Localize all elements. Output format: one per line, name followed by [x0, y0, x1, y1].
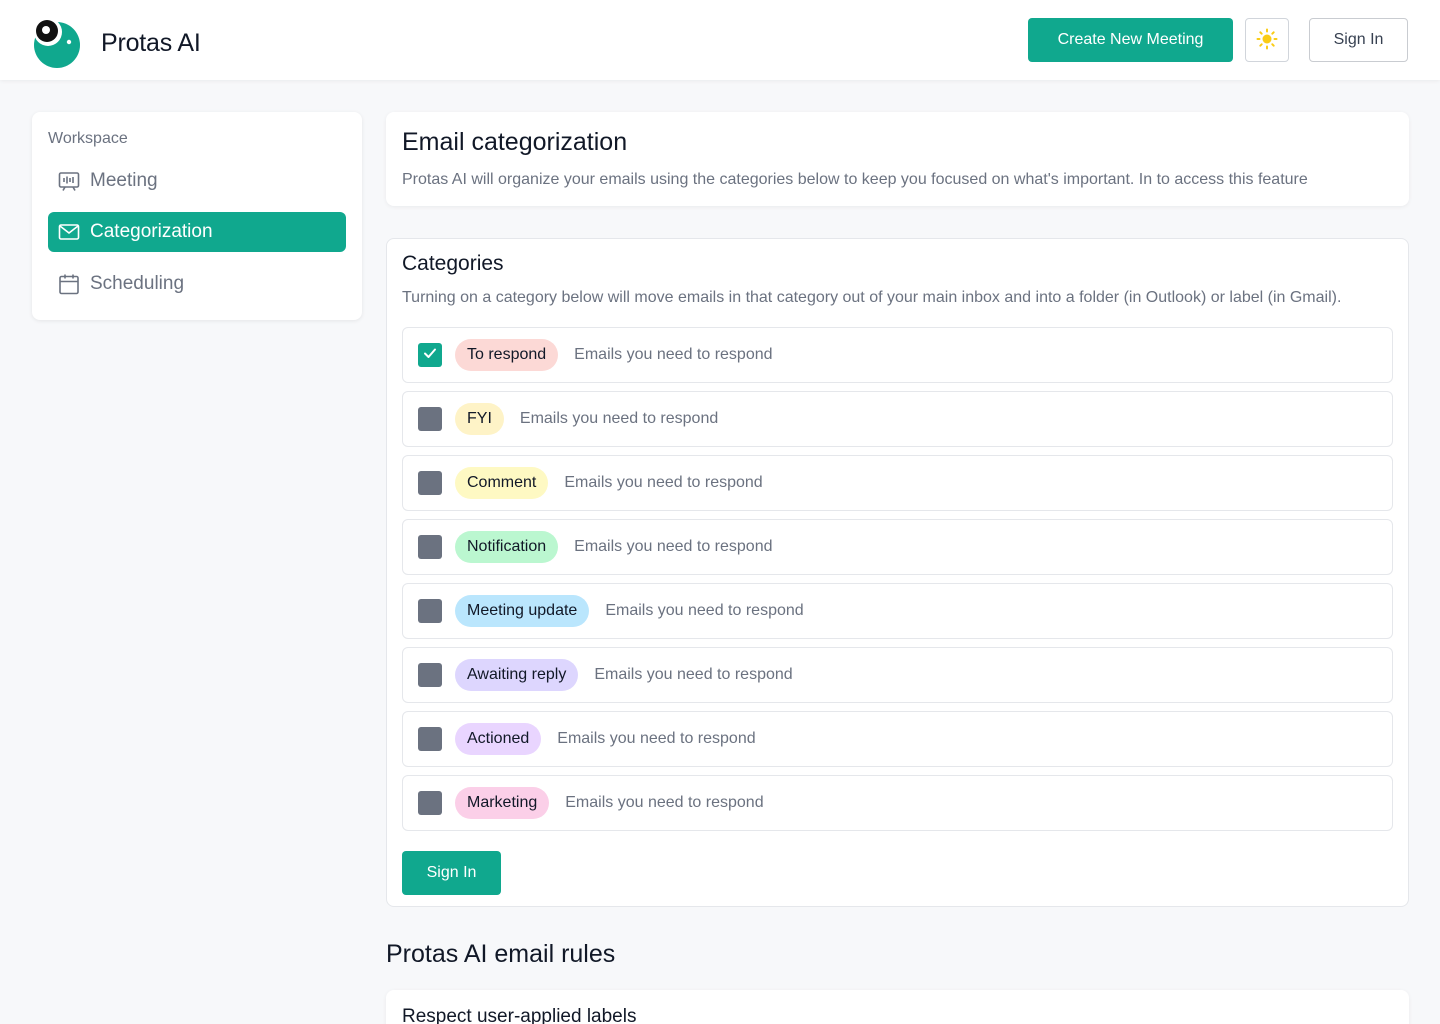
category-description: Emails you need to respond	[574, 538, 773, 555]
email-rule-card: Respect user-applied labels	[386, 990, 1409, 1024]
theme-toggle-button[interactable]	[1245, 18, 1289, 62]
page-description: Protas AI will organize your emails usin…	[402, 171, 1308, 188]
page-title: Email categorization	[402, 128, 628, 156]
sign-in-button[interactable]: Sign In	[402, 851, 501, 895]
category-tag: Meeting update	[455, 595, 590, 627]
mail-icon	[58, 221, 80, 243]
category-description: Emails you need to respond	[519, 410, 719, 427]
category-row-comment: Comment Emails you need to respond	[402, 455, 1393, 511]
category-row-notification: Notification Emails you need to respond	[402, 519, 1393, 575]
category-description: Emails you need to respond	[564, 474, 763, 491]
categories-description: Turning on a category below will move em…	[402, 289, 1342, 306]
category-checkbox[interactable]	[418, 791, 442, 815]
categories-card: Categories Turning on a category below w…	[386, 238, 1409, 907]
category-description: Emails you need to respond	[565, 794, 764, 811]
category-row-actioned: Actioned Emails you need to respond	[402, 711, 1393, 767]
brand-name: Protas AI	[101, 29, 201, 57]
category-row-to-respond: To respond Emails you need to respond	[402, 327, 1393, 383]
category-checkbox[interactable]	[418, 343, 442, 367]
email-rules-title: Protas AI email rules	[386, 940, 616, 968]
sign-in-button-header[interactable]: Sign In	[1309, 18, 1408, 62]
category-tag: Comment	[455, 467, 549, 499]
check-icon	[422, 345, 438, 366]
meeting-icon	[58, 170, 80, 192]
categories-title: Categories	[402, 252, 504, 275]
category-description: Emails you need to respond	[557, 730, 756, 747]
sidebar: Workspace Meeting Categorization Schedul…	[32, 112, 362, 320]
category-tag: FYI	[455, 403, 504, 435]
category-checkbox[interactable]	[418, 663, 442, 687]
category-checkbox[interactable]	[418, 535, 442, 559]
category-row-marketing: Marketing Emails you need to respond	[402, 775, 1393, 831]
category-tag: Notification	[455, 531, 559, 563]
create-new-meeting-button[interactable]: Create New Meeting	[1028, 18, 1233, 62]
category-row-meeting-update: Meeting update Emails you need to respon…	[402, 583, 1393, 639]
category-description: Emails you need to respond	[594, 666, 793, 683]
sidebar-item-categorization[interactable]: Categorization	[48, 212, 346, 252]
category-row-awaiting-reply: Awaiting reply Emails you need to respon…	[402, 647, 1393, 703]
sidebar-item-label: Meeting	[90, 170, 158, 191]
category-checkbox[interactable]	[418, 407, 442, 431]
category-description: Emails you need to respond	[605, 602, 804, 619]
category-tag: To respond	[455, 339, 559, 371]
calendar-icon	[58, 273, 80, 295]
category-tag: Marketing	[455, 787, 550, 819]
category-checkbox[interactable]	[418, 471, 442, 495]
protas-logo-icon[interactable]	[31, 18, 83, 70]
top-bar: Protas AI Create New Meeting Sign In	[0, 0, 1440, 80]
sidebar-item-scheduling[interactable]: Scheduling	[48, 264, 346, 304]
category-row-fyi: FYI Emails you need to respond	[402, 391, 1393, 447]
category-description: Emails you need to respond	[574, 346, 773, 363]
category-checkbox[interactable]	[418, 727, 442, 751]
sidebar-heading: Workspace	[48, 130, 128, 147]
sidebar-item-label: Categorization	[90, 221, 213, 242]
sidebar-item-label: Scheduling	[90, 273, 185, 294]
category-tag: Actioned	[455, 723, 542, 755]
email-categorization-card: Email categorization Protas AI will orga…	[386, 112, 1409, 206]
sun-icon	[1256, 28, 1278, 53]
sidebar-item-meeting[interactable]: Meeting	[48, 161, 346, 201]
category-tag: Awaiting reply	[455, 659, 579, 691]
email-rule-title: Respect user-applied labels	[402, 1006, 637, 1024]
category-checkbox[interactable]	[418, 599, 442, 623]
